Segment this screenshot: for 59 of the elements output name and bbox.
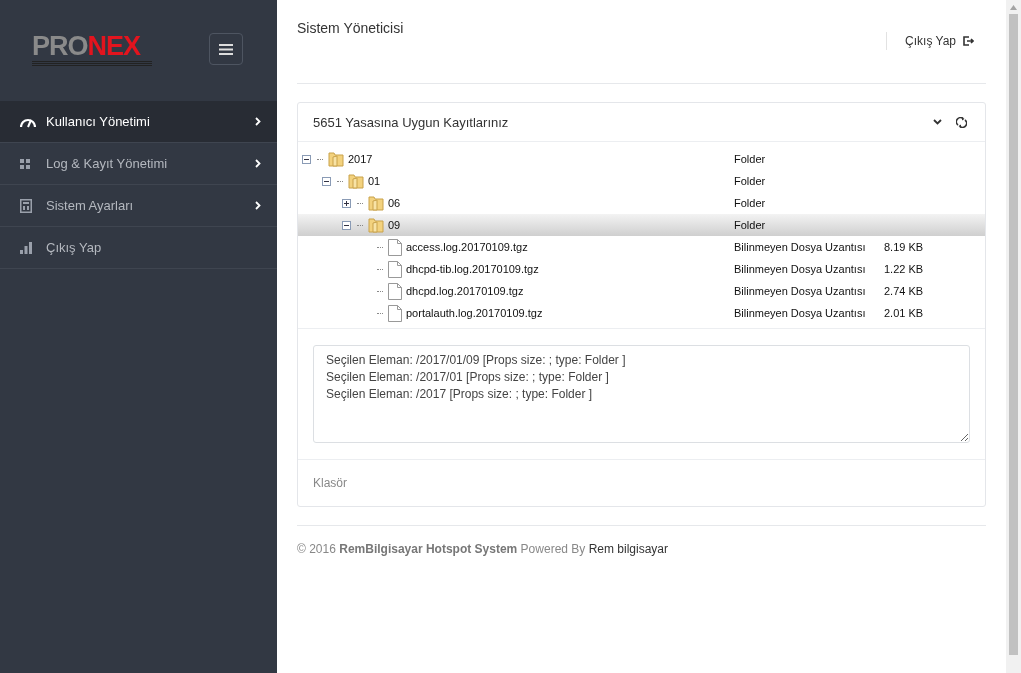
folder-icon (328, 151, 344, 167)
expand-icon[interactable] (342, 198, 351, 208)
log-text-area[interactable]: Seçilen Eleman: /2017/01/09 [Props size: ; type: Folder ] Seçilen Eleman: /2017/01 [Props size: ; type: Folder ] Seçilen Eleman: /2017 [Props size: ; type: Folder ] (313, 345, 970, 443)
tree-row[interactable]: access.log.20170109.tgz Bilinmeyen Dosya Uzantısı 8.19 KB (298, 236, 985, 258)
file-icon (388, 260, 402, 278)
file-icon (388, 282, 402, 300)
grid-icon (20, 158, 30, 169)
file-type: Folder (734, 219, 767, 231)
file-name: dhcpd-tib.log.20170109.tgz (406, 263, 539, 275)
folder-name: 09 (388, 219, 401, 231)
file-size: 1.22 KB (884, 263, 924, 275)
sidebar-item[interactable]: Sistem Ayarları (0, 185, 277, 227)
file-type: Bilinmeyen Dosya Uzantısı (734, 241, 867, 253)
file-type: Folder (734, 175, 767, 187)
logout-button[interactable]: Çıkış Yap (886, 32, 980, 50)
collapse-icon[interactable] (342, 220, 351, 230)
scrollbar[interactable] (1006, 0, 1021, 673)
collapse-icon[interactable] (322, 176, 331, 186)
page-title: Sistem Yöneticisi (297, 20, 404, 38)
folder-name: 2017 (348, 153, 373, 165)
file-size: 2.74 KB (884, 285, 924, 297)
folder-icon (368, 195, 384, 211)
panel-title: 5651 Yasasına Uygun Kayıtlarınız (313, 114, 510, 130)
tree-row[interactable]: 2017 Folder (298, 148, 985, 170)
file-type: Bilinmeyen Dosya Uzantısı (734, 307, 867, 319)
tree-row[interactable]: dhcpd.log.20170109.tgz Bilinmeyen Dosya Uzantısı 2.74 KB (298, 280, 985, 302)
logo-drawing: PRONEX (32, 32, 152, 66)
menu-button[interactable] (209, 33, 243, 65)
folder-icon (348, 173, 364, 189)
folder-name: 06 (388, 197, 401, 209)
folder-icon (368, 217, 384, 233)
file-name: dhcpd.log.20170109.tgz (406, 285, 524, 297)
chevron-down-icon[interactable] (933, 119, 942, 125)
tree-row[interactable]: 01 Folder (298, 170, 985, 192)
tree-row[interactable]: portalauth.log.20170109.tgz Bilinmeyen Dosya Uzantısı 2.01 KB (298, 302, 985, 324)
logout-icon (963, 36, 974, 46)
file-type: Bilinmeyen Dosya Uzantısı (734, 285, 867, 297)
file-type: Folder (734, 153, 767, 165)
footer-link[interactable]: Rem bilgisayar (588, 542, 668, 556)
calculator-icon (20, 198, 32, 213)
file-icon (388, 304, 402, 322)
tree-row[interactable]: 06 Folder (298, 192, 985, 214)
tree-row[interactable]: dhcpd-tib.log.20170109.tgz Bilinmeyen Dosya Uzantısı 1.22 KB (298, 258, 985, 280)
footer-note: Klasör (313, 476, 347, 490)
collapse-icon[interactable] (302, 154, 311, 164)
file-type: Folder (734, 197, 767, 209)
file-size: 8.19 KB (884, 241, 924, 253)
file-name: access.log.20170109.tgz (406, 241, 528, 253)
refresh-icon[interactable] (956, 116, 967, 128)
file-name: portalauth.log.20170109.tgz (406, 307, 543, 319)
tree-row[interactable]: 09 Folder (298, 214, 985, 236)
file-icon (388, 238, 402, 256)
folder-name: 01 (368, 175, 381, 187)
menu-icon (219, 43, 233, 55)
file-type: Bilinmeyen Dosya Uzantısı (734, 263, 867, 275)
copyright-text: © 2016 RemBilgisayar Hotspot System Powered By Rem bilgisayar (297, 542, 668, 556)
sidebar-item[interactable]: Kullanıcı Yönetimi (0, 101, 277, 143)
signal-bars-icon (20, 241, 32, 254)
file-size: 2.01 KB (884, 307, 924, 319)
